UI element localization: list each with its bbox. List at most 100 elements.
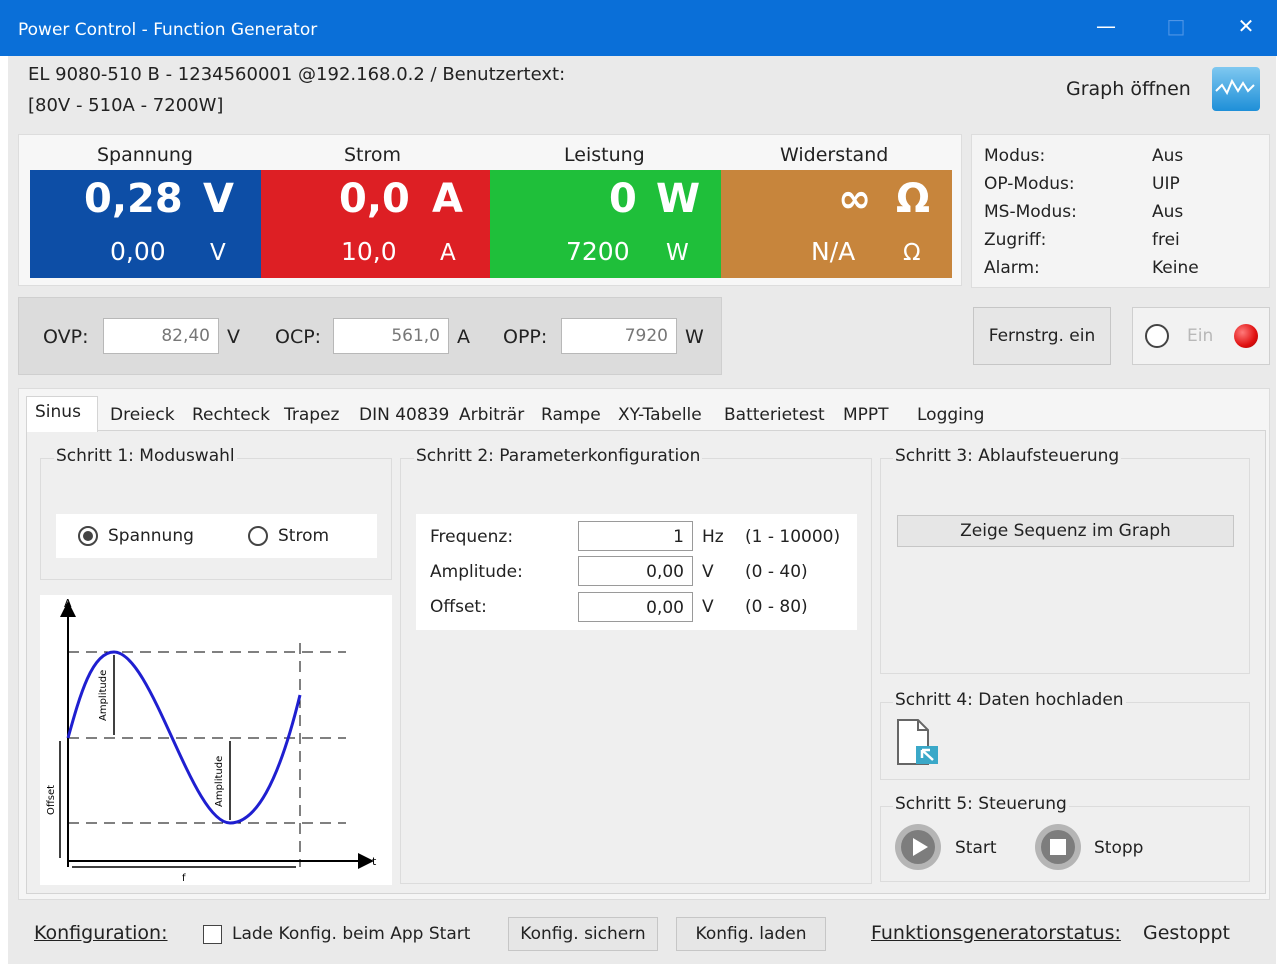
param-frequency-unit: Hz xyxy=(702,527,724,547)
voltage-actual: 0,28 xyxy=(84,176,183,222)
status-value-op-mode: UIP xyxy=(1152,174,1180,194)
status-key-alarm: Alarm: xyxy=(984,258,1040,278)
output-led-icon xyxy=(1234,324,1258,348)
output-label: Ein xyxy=(1187,326,1214,346)
radio-voltage[interactable] xyxy=(78,526,98,546)
resistance-actual-unit: Ω xyxy=(896,176,931,222)
status-value-ms-mode: Aus xyxy=(1152,202,1184,222)
tab-logging[interactable]: Logging xyxy=(917,400,984,430)
opp-unit: W xyxy=(685,326,704,348)
ovp-unit: V xyxy=(227,326,240,348)
step4-title: Schritt 4: Daten hochladen xyxy=(893,690,1126,710)
tab-xy-tabelle[interactable]: XY-Tabelle xyxy=(618,400,702,430)
resistance-set: N/A xyxy=(811,237,856,266)
power-actual-unit: W xyxy=(656,176,701,222)
status-key-ms-mode: MS-Modus: xyxy=(984,202,1077,222)
start-label[interactable]: Start xyxy=(955,838,997,858)
ovp-label: OVP: xyxy=(43,326,89,348)
status-key-op-mode: OP-Modus: xyxy=(984,174,1075,194)
tab-din40839[interactable]: DIN 40839 xyxy=(359,400,449,430)
power-set-unit: W xyxy=(666,240,689,266)
tab-rampe[interactable]: Rampe xyxy=(541,400,601,430)
save-config-button[interactable]: Konfig. sichern xyxy=(508,917,658,951)
device-info-line1: EL 9080-510 B - 1234560001 @192.168.0.2 … xyxy=(28,64,566,85)
power-set: 7200 xyxy=(566,237,630,266)
opp-field[interactable]: 7920 xyxy=(561,318,677,354)
load-on-start-label[interactable]: Lade Konfig. beim App Start xyxy=(232,924,470,944)
current-actual: 0,0 xyxy=(339,176,410,222)
maximize-button[interactable]: □ xyxy=(1161,14,1191,38)
tab-rechteck[interactable]: Rechteck xyxy=(192,400,270,430)
param-offset-label: Offset: xyxy=(430,597,487,617)
ocp-field[interactable]: 561,0 xyxy=(333,318,449,354)
meter-label-resistance: Widerstand xyxy=(780,144,889,166)
voltage-actual-unit: V xyxy=(203,176,234,222)
diagram-period-label: f xyxy=(182,873,186,884)
power-actual: 0 xyxy=(609,176,637,222)
close-button[interactable]: ✕ xyxy=(1231,14,1261,38)
diagram-offset-label: Offset xyxy=(46,785,57,815)
title-bar: Power Control - Function Generator — □ ✕ xyxy=(0,0,1277,56)
param-offset-range: (0 - 80) xyxy=(745,597,808,617)
current-actual-unit: A xyxy=(432,176,463,222)
tab-sinus[interactable]: Sinus xyxy=(26,396,98,432)
diagram-amplitude-label-2: Amplitude xyxy=(214,756,225,807)
param-amplitude-unit: V xyxy=(702,562,714,582)
minimize-button[interactable]: — xyxy=(1091,14,1121,38)
meter-label-current: Strom xyxy=(344,144,402,166)
radio-voltage-label[interactable]: Spannung xyxy=(108,526,194,546)
meter-label-voltage: Spannung xyxy=(97,144,193,166)
meter-label-power: Leistung xyxy=(564,144,645,166)
radio-current-label[interactable]: Strom xyxy=(278,526,329,546)
upload-data-icon[interactable] xyxy=(896,718,940,766)
tab-arbitraer[interactable]: Arbiträr xyxy=(459,400,524,430)
param-amplitude-label: Amplitude: xyxy=(430,562,523,582)
tab-dreieck[interactable]: Dreieck xyxy=(110,400,175,430)
param-amplitude-range: (0 - 40) xyxy=(745,562,808,582)
step5-title: Schritt 5: Steuerung xyxy=(893,794,1069,814)
tab-trapez[interactable]: Trapez xyxy=(284,400,339,430)
ovp-field[interactable]: 82,40 xyxy=(103,318,219,354)
diagram-y-label: A xyxy=(64,597,72,610)
voltage-set: 0,00 xyxy=(110,237,166,266)
tab-batterietest[interactable]: Batterietest xyxy=(724,400,825,430)
status-key-mode: Modus: xyxy=(984,146,1046,166)
param-frequency-label: Frequenz: xyxy=(430,527,514,547)
tab-mppt[interactable]: MPPT xyxy=(843,400,889,430)
generator-status-label: Funktionsgeneratorstatus: xyxy=(871,922,1121,944)
remote-control-button[interactable]: Fernstrg. ein xyxy=(973,307,1111,365)
step3-group xyxy=(880,458,1250,674)
device-info-line2: [80V - 510A - 7200W] xyxy=(28,95,224,116)
radio-current[interactable] xyxy=(248,526,268,546)
window-title: Power Control - Function Generator xyxy=(18,20,318,40)
stop-label[interactable]: Stopp xyxy=(1094,838,1143,858)
load-on-start-checkbox[interactable] xyxy=(203,925,222,944)
graph-open-label[interactable]: Graph öffnen xyxy=(1066,78,1191,100)
output-radio[interactable] xyxy=(1145,324,1169,348)
diagram-x-label: t xyxy=(372,855,377,868)
graph-icon[interactable] xyxy=(1212,67,1260,111)
param-offset-unit: V xyxy=(702,597,714,617)
ocp-unit: A xyxy=(457,326,470,348)
sine-diagram: A t f Amplitude Amplitude Offset xyxy=(40,595,392,885)
step3-title: Schritt 3: Ablaufsteuerung xyxy=(893,446,1122,466)
current-set-unit: A xyxy=(440,240,456,266)
status-value-access: frei xyxy=(1152,230,1180,250)
status-key-access: Zugriff: xyxy=(984,230,1047,250)
config-label: Konfiguration: xyxy=(34,922,168,944)
current-set: 10,0 xyxy=(341,237,397,266)
resistance-actual: ∞ xyxy=(838,176,872,222)
param-frequency-range: (1 - 10000) xyxy=(745,527,841,547)
param-amplitude-input[interactable]: 0,00 xyxy=(578,556,693,586)
step2-title: Schritt 2: Parameterkonfiguration xyxy=(414,446,703,466)
param-offset-input[interactable]: 0,00 xyxy=(578,592,693,622)
stop-icon[interactable] xyxy=(1035,824,1081,870)
resistance-set-unit: Ω xyxy=(903,240,921,266)
load-config-button[interactable]: Konfig. laden xyxy=(676,917,826,951)
start-icon[interactable] xyxy=(895,824,941,870)
param-frequency-input[interactable]: 1 xyxy=(578,521,693,551)
show-sequence-button[interactable]: Zeige Sequenz im Graph xyxy=(897,515,1234,547)
diagram-amplitude-label-1: Amplitude xyxy=(98,670,109,721)
status-value-mode: Aus xyxy=(1152,146,1184,166)
step1-title: Schritt 1: Moduswahl xyxy=(54,446,237,466)
